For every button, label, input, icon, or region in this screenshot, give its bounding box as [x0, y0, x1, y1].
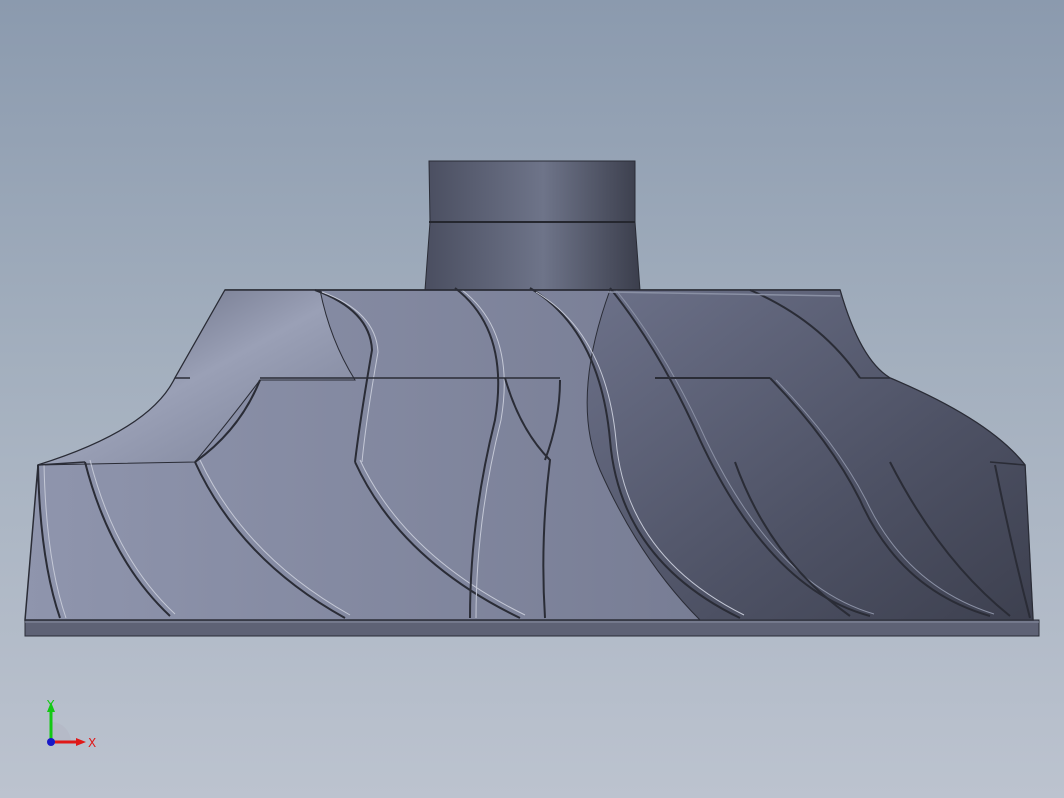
coordinate-triad: Y X: [46, 698, 96, 750]
y-axis-label: Y: [46, 698, 55, 712]
hub-shaft: [424, 160, 641, 291]
triad-origin-icon: [47, 738, 55, 746]
impeller-model[interactable]: [0, 0, 1064, 798]
x-axis-label: X: [88, 736, 96, 750]
graphics-viewport[interactable]: Y X: [0, 0, 1064, 798]
triad-quadrant-icon: [51, 722, 71, 742]
